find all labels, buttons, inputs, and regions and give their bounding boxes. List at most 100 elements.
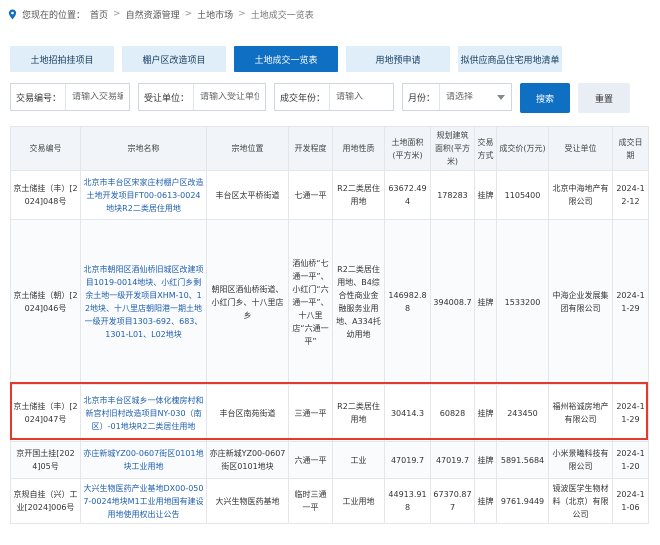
breadcrumb-separator: >: [184, 9, 193, 19]
month-label: 月份：: [403, 84, 441, 110]
cell-location: 丰台区太平桥街道: [206, 170, 289, 220]
cell-deal-no: 京土储挂（朝）[2024]046号: [10, 219, 81, 385]
cell-development: 七通一平: [288, 170, 333, 220]
deal-no-input[interactable]: [66, 92, 129, 102]
table-row: 京规自挂（兴）工业[2024]006号 大兴生物医药产业基地DX00-0507-…: [10, 478, 649, 524]
year-field: 成交年份：: [274, 83, 394, 111]
breadcrumb-resources[interactable]: 自然资源管理: [126, 8, 180, 21]
year-input[interactable]: [330, 92, 393, 102]
cell-buyer: 镜波医学生物材料（北京）有限公司: [548, 478, 613, 524]
cell-price: 1533200: [496, 219, 549, 385]
cell-price: 9761.9449: [496, 478, 549, 524]
buyer-label: 受让单位：: [139, 84, 195, 110]
table-row: 京土储挂（朝）[2024]046号 北京市朝阳区酒仙桥旧城区改建项目1019-0…: [10, 219, 649, 385]
breadcrumb-separator: >: [238, 9, 246, 19]
cell-buyer: 北京中海地产有限公司: [548, 170, 613, 220]
cell-floor-area: 67370.877: [430, 478, 475, 524]
cell-area: 47019.7: [384, 441, 431, 479]
cell-land-use: R2二类居住用地: [332, 384, 385, 442]
tab-land-pre-apply[interactable]: 用地预申请: [346, 46, 450, 72]
buyer-input[interactable]: [194, 92, 265, 102]
table-header-row: 交易编号 宗地名称 宗地位置 开发程度 用地性质 土地面积(平方米) 规划建筑面…: [10, 126, 649, 171]
cell-parcel-name-link[interactable]: 亦庄新城YZ00-0607街区0101地块工业用地: [80, 441, 207, 479]
cell-method: 挂牌: [474, 384, 497, 442]
tab-housing-supply[interactable]: 拟供应商品住宅用地清单: [458, 46, 562, 72]
reset-button[interactable]: 重置: [578, 83, 630, 113]
cell-buyer: 中海企业发展集团有限公司: [548, 219, 613, 385]
cell-deal-no: 京开国土挂[2024]05号: [10, 441, 81, 479]
cell-area: 44913.918: [384, 478, 431, 524]
chevron-down-icon[interactable]: [497, 94, 505, 100]
cell-land-use: 工业用地: [332, 478, 385, 524]
header-date: 成交日期: [612, 126, 649, 171]
deal-no-field: 交易编号：: [10, 83, 130, 111]
cell-development: 酒仙桥“七通一平”、小红门“六通一平”、十八里店“六通一平”: [288, 219, 333, 385]
header-method: 交易方式: [474, 126, 497, 171]
breadcrumb-current: 土地成交一览表: [250, 10, 314, 21]
header-parcel-name: 宗地名称: [80, 126, 207, 171]
cell-date: 2024-11-20: [612, 441, 649, 479]
header-area: 土地面积(平方米): [384, 126, 431, 171]
cell-method: 挂牌: [474, 170, 497, 220]
buyer-field: 受让单位：: [138, 83, 266, 111]
month-input[interactable]: [440, 92, 497, 102]
header-floor-area: 规划建筑面积(平方米): [430, 126, 475, 171]
cell-development: 三通一平: [288, 384, 333, 442]
cell-area: 63672.494: [384, 170, 431, 220]
filter-bar: 交易编号： 受让单位： 成交年份： 月份： 搜索 重置: [10, 83, 650, 113]
cell-price: 5891.5684: [496, 441, 549, 479]
cell-land-use: R2二类居住用地、B4综合性商业金融服务业用地、A334托幼用地: [332, 219, 385, 385]
cell-deal-no: 京规自挂（兴）工业[2024]006号: [10, 478, 81, 524]
month-select[interactable]: 月份：: [402, 83, 512, 111]
cell-land-use: R2二类居住用地: [332, 170, 385, 220]
cell-deal-no: 京土储挂（丰）[2024]047号: [10, 384, 81, 442]
header-buyer: 受让单位: [548, 126, 613, 171]
cell-land-use: 工业: [332, 441, 385, 479]
cell-price: 243450: [496, 384, 549, 442]
cell-buyer: 福州裕诚房地产有限公司: [548, 384, 613, 442]
cell-development: 六通一平: [288, 441, 333, 479]
cell-parcel-name-link[interactable]: 北京市丰台区城乡一体化槐房村和新宫村旧村改造项目NY-030（南区）-01地块R…: [80, 384, 207, 442]
header-location: 宗地位置: [206, 126, 289, 171]
cell-location: 朝阳区酒仙桥街道、小红门乡、十八里店乡: [206, 219, 289, 385]
breadcrumb-prefix: 您现在的位置：: [22, 10, 86, 21]
cell-area: 30414.3: [384, 384, 431, 442]
cell-floor-area: 60828: [430, 384, 475, 442]
breadcrumb: 您现在的位置： 首页 > 自然资源管理 > 土地市场 > 土地成交一览表: [8, 5, 314, 23]
breadcrumb-land-market[interactable]: 土地市场: [197, 8, 233, 21]
cell-date: 2024-11-29: [612, 384, 649, 442]
cell-date: 2024-12-12: [612, 170, 649, 220]
header-development: 开发程度: [288, 126, 333, 171]
tab-land-auction[interactable]: 土地招拍挂项目: [10, 46, 114, 72]
search-button[interactable]: 搜索: [520, 83, 570, 113]
cell-floor-area: 394008.7: [430, 219, 475, 385]
cell-location: 亦庄新城YZ00-0607街区0101地块: [206, 441, 289, 479]
cell-method: 挂牌: [474, 219, 497, 385]
breadcrumb-separator: >: [113, 9, 121, 19]
table-row: 京开国土挂[2024]05号 亦庄新城YZ00-0607街区0101地块工业用地…: [10, 441, 649, 479]
table-row-highlighted: 京土储挂（丰）[2024]047号 北京市丰台区城乡一体化槐房村和新宫村旧村改造…: [10, 384, 649, 442]
cell-location: 大兴生物医药基地: [206, 478, 289, 524]
cell-buyer: 小米景曦科技有限公司: [548, 441, 613, 479]
cell-location: 丰台区南苑街道: [206, 384, 289, 442]
tab-shantytown[interactable]: 棚户区改造项目: [122, 46, 226, 72]
deal-no-label: 交易编号：: [11, 84, 67, 110]
tab-bar: 土地招拍挂项目 棚户区改造项目 土地成交一览表 用地预申请 拟供应商品住宅用地清…: [10, 46, 562, 72]
table-row: 京土储挂（丰）[2024]048号 北京市丰台区宋家庄村棚户区改造土地开发项目F…: [10, 170, 649, 220]
cell-parcel-name-link[interactable]: 大兴生物医药产业基地DX00-0507-0024地块M1工业用地国有建设用地使用…: [80, 478, 207, 524]
land-deals-table: 交易编号 宗地名称 宗地位置 开发程度 用地性质 土地面积(平方米) 规划建筑面…: [10, 126, 649, 524]
header-land-use: 用地性质: [332, 126, 385, 171]
cell-parcel-name-link[interactable]: 北京市丰台区宋家庄村棚户区改造土地开发项目FT00-0613-0024地块R2二…: [80, 170, 207, 220]
cell-method: 挂牌: [474, 441, 497, 479]
cell-price: 1105400: [496, 170, 549, 220]
cell-deal-no: 京土储挂（丰）[2024]048号: [10, 170, 81, 220]
year-label: 成交年份：: [275, 84, 331, 110]
header-deal-no: 交易编号: [10, 126, 81, 171]
cell-floor-area: 47019.7: [430, 441, 475, 479]
cell-floor-area: 178283: [430, 170, 475, 220]
cell-parcel-name-link[interactable]: 北京市朝阳区酒仙桥旧城区改建项目1019-0014地块、小红门乡剩余土地一级开发…: [80, 219, 207, 385]
breadcrumb-home[interactable]: 首页: [90, 8, 108, 21]
cell-date: 2024-11-06: [612, 478, 649, 524]
tab-land-deals[interactable]: 土地成交一览表: [234, 46, 338, 72]
cell-area: 146982.88: [384, 219, 431, 385]
